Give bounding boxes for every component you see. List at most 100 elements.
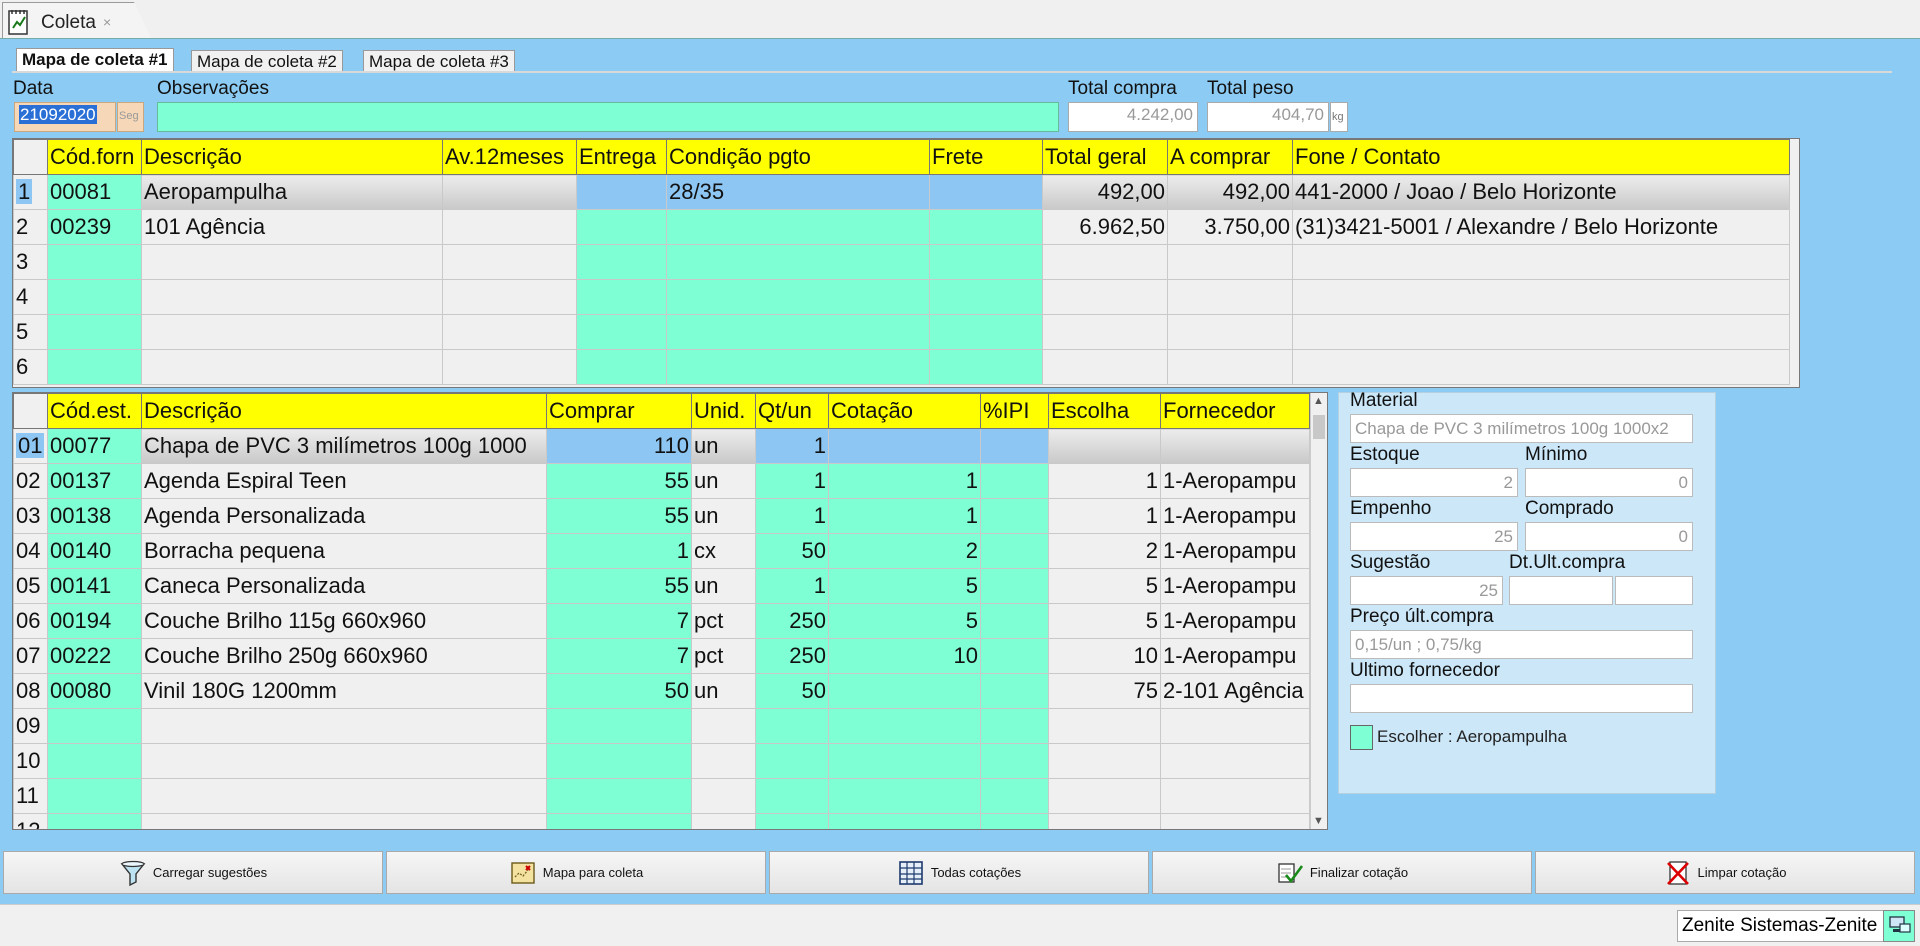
cell-comprar[interactable]: 55: [546, 463, 692, 499]
cell-frete[interactable]: [929, 244, 1043, 280]
cell-unid[interactable]: un: [691, 463, 756, 499]
cell-total[interactable]: 492,00: [1042, 174, 1168, 210]
cell-ipi[interactable]: [980, 673, 1049, 709]
cell-unid[interactable]: un: [691, 673, 756, 709]
cell-cod[interactable]: [47, 244, 142, 280]
cell-comprar[interactable]: 1: [546, 533, 692, 569]
cell-cod[interactable]: 00138: [47, 498, 142, 534]
cell-desc[interactable]: Couche Brilho 115g 660x960: [141, 603, 547, 639]
col-comprar[interactable]: Comprar: [546, 393, 692, 429]
cell-comprar[interactable]: [546, 743, 692, 779]
col-ipi[interactable]: %IPI: [980, 393, 1049, 429]
cell-forn[interactable]: [1160, 743, 1310, 779]
item-row[interactable]: 08 00080 Vinil 180G 1200mm 50 un 50 75 2…: [13, 673, 1310, 709]
cell-cod[interactable]: [47, 349, 142, 385]
cell-forn[interactable]: 1-Aeropampu: [1160, 463, 1310, 499]
col-a-comprar[interactable]: A comprar: [1167, 139, 1293, 175]
cell-desc[interactable]: [141, 743, 547, 779]
cell-qt[interactable]: [755, 813, 829, 829]
finalizar-cotacao-button[interactable]: Finalizar cotação: [1152, 851, 1532, 894]
cell-ipi[interactable]: [980, 568, 1049, 604]
cell-forn[interactable]: 2-101 Agência: [1160, 673, 1310, 709]
item-row[interactable]: 12: [13, 813, 1310, 829]
col-escolha[interactable]: Escolha: [1048, 393, 1161, 429]
supplier-row[interactable]: 3: [13, 244, 1790, 280]
close-tab-icon[interactable]: ×: [103, 14, 111, 30]
cell-frete[interactable]: [929, 279, 1043, 315]
tab-mapa-coleta-2[interactable]: Mapa de coleta #2: [191, 50, 343, 71]
item-row[interactable]: 04 00140 Borracha pequena 1 cx 50 2 2 1-…: [13, 533, 1310, 569]
cell-ipi[interactable]: [980, 428, 1049, 464]
cell-frete[interactable]: [929, 174, 1043, 210]
supplier-row[interactable]: 2 00239 101 Agência 6.962,50 3.750,00 (3…: [13, 209, 1790, 245]
cell-cod[interactable]: 00222: [47, 638, 142, 674]
cell-unid[interactable]: pct: [691, 603, 756, 639]
cell-comprar[interactable]: [546, 708, 692, 744]
limpar-cotacao-button[interactable]: Limpar cotação: [1535, 851, 1915, 894]
cell-desc[interactable]: Couche Brilho 250g 660x960: [141, 638, 547, 674]
cell-ipi[interactable]: [980, 743, 1049, 779]
cell-cod[interactable]: 00081: [47, 174, 142, 210]
cell-qt[interactable]: 1: [755, 428, 829, 464]
cell-cod[interactable]: 00137: [47, 463, 142, 499]
cell-cot[interactable]: 2: [828, 533, 981, 569]
cell-desc[interactable]: [141, 314, 443, 350]
escolher-label[interactable]: Escolher : Aeropampulha: [1377, 727, 1567, 747]
tab-mapa-coleta-3[interactable]: Mapa de coleta #3: [363, 50, 515, 71]
cell-fone[interactable]: [1292, 279, 1790, 315]
cell-entrega[interactable]: [576, 279, 667, 315]
cell-desc[interactable]: [141, 778, 547, 814]
cell-cod[interactable]: 00141: [47, 568, 142, 604]
cell-cod[interactable]: [47, 279, 142, 315]
cell-forn[interactable]: 1-Aeropampu: [1160, 638, 1310, 674]
cell-cod[interactable]: [47, 813, 142, 829]
supplier-row[interactable]: 4: [13, 279, 1790, 315]
scroll-up-icon[interactable]: ▲: [1313, 395, 1324, 407]
cell-acomprar[interactable]: [1167, 314, 1293, 350]
scroll-thumb[interactable]: [1313, 415, 1325, 439]
cell-cond[interactable]: [666, 349, 930, 385]
cell-entrega[interactable]: [576, 174, 667, 210]
mapa-para-coleta-button[interactable]: Mapa para coleta: [386, 851, 766, 894]
cell-forn[interactable]: [1160, 708, 1310, 744]
col-cod-est[interactable]: Cód.est.: [47, 393, 142, 429]
cell-cod[interactable]: 00080: [47, 673, 142, 709]
cell-frete[interactable]: [929, 209, 1043, 245]
cell-desc[interactable]: [141, 244, 443, 280]
observacoes-field[interactable]: [157, 102, 1059, 132]
cell-comprar[interactable]: [546, 813, 692, 829]
col-descricao[interactable]: Descrição: [141, 393, 547, 429]
cell-total[interactable]: [1042, 314, 1168, 350]
cell-desc[interactable]: 101 Agência: [141, 209, 443, 245]
cell-fone[interactable]: [1292, 314, 1790, 350]
cell-comprar[interactable]: 7: [546, 638, 692, 674]
cell-comprar[interactable]: 55: [546, 568, 692, 604]
cell-forn[interactable]: 1-Aeropampu: [1160, 603, 1310, 639]
cell-ipi[interactable]: [980, 603, 1049, 639]
supplier-row[interactable]: 5: [13, 314, 1790, 350]
cell-fone[interactable]: [1292, 244, 1790, 280]
cell-desc[interactable]: Borracha pequena: [141, 533, 547, 569]
cell-ipi[interactable]: [980, 498, 1049, 534]
cell-desc[interactable]: Caneca Personalizada: [141, 568, 547, 604]
cell-unid[interactable]: un: [691, 568, 756, 604]
cell-comprar[interactable]: 55: [546, 498, 692, 534]
cell-qt[interactable]: [755, 743, 829, 779]
tab-mapa-coleta-1[interactable]: Mapa de coleta #1: [16, 48, 174, 71]
cell-esc[interactable]: [1048, 743, 1161, 779]
col-condicao-pgto[interactable]: Condição pgto: [666, 139, 930, 175]
cell-total[interactable]: [1042, 244, 1168, 280]
cell-ipi[interactable]: [980, 708, 1049, 744]
cell-unid[interactable]: [691, 708, 756, 744]
cell-cond[interactable]: [666, 279, 930, 315]
cell-esc[interactable]: [1048, 778, 1161, 814]
supplier-row[interactable]: 1 00081 Aeropampulha 28/35 492,00 492,00…: [13, 174, 1790, 210]
cell-fone[interactable]: 441-2000 / Joao / Belo Horizonte: [1292, 174, 1790, 210]
cell-av[interactable]: [442, 244, 577, 280]
cell-cod[interactable]: 00077: [47, 428, 142, 464]
cell-forn[interactable]: 1-Aeropampu: [1160, 498, 1310, 534]
cell-desc[interactable]: [141, 813, 547, 829]
cell-fone[interactable]: (31)3421-5001 / Alexandre / Belo Horizon…: [1292, 209, 1790, 245]
cell-qt[interactable]: 250: [755, 638, 829, 674]
cell-frete[interactable]: [929, 349, 1043, 385]
